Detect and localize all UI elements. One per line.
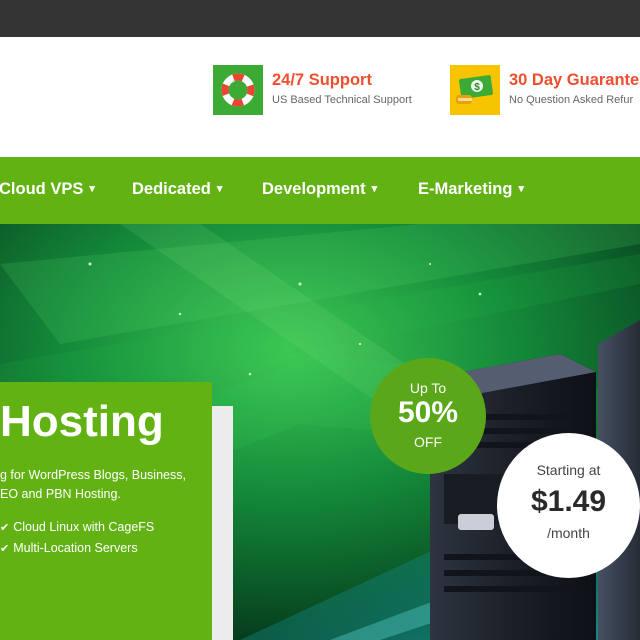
- nav-item-label: Cloud VPS: [0, 180, 84, 198]
- chevron-down-icon: ▾: [216, 183, 223, 195]
- site-header: 24/7 Support US Based Technical Support …: [0, 37, 640, 157]
- chevron-down-icon: ▾: [371, 183, 378, 195]
- hosting-info-panel: Hosting g for WordPress Blogs, Business,…: [0, 382, 212, 640]
- nav-item-label: E-Marketing: [418, 180, 513, 198]
- nav-item-e-marketing[interactable]: E-Marketing ▾: [418, 180, 524, 199]
- discount-percent: 50%: [397, 396, 459, 429]
- guarantee-subtitle: No Question Asked Refur: [509, 94, 634, 106]
- discount-prefix: Up To: [409, 380, 447, 396]
- checkmark-icon: ✔: [0, 522, 10, 534]
- svg-text:$: $: [474, 82, 480, 93]
- support-title: 24/7 Support: [272, 71, 372, 89]
- top-bar: [0, 0, 640, 37]
- price-badge: Starting at $1.49 /month: [497, 433, 640, 578]
- hero-title: Hosting: [0, 397, 164, 446]
- nav-item-label: Development: [262, 180, 366, 198]
- hero-banner: Hosting g for WordPress Blogs, Business,…: [0, 224, 640, 640]
- chevron-down-icon: ▾: [518, 183, 524, 195]
- hero-description-line: g for WordPress Blogs, Business,: [0, 468, 186, 482]
- guarantee-title: 30 Day Guarante: [509, 71, 640, 89]
- chevron-down-icon: ▾: [89, 183, 95, 195]
- discount-badge: Up To 50% OFF: [370, 358, 486, 474]
- hero-description-line: EO and PBN Hosting.: [0, 487, 121, 501]
- main-nav: Cloud VPS ▾ Dedicated ▾ Development ▾ E-Mar…: [0, 157, 640, 224]
- panel-edge: [212, 406, 233, 640]
- hero-feature-item: ✔ Cloud Linux with CageFS: [0, 520, 154, 534]
- nav-item-label: Dedicated: [132, 180, 211, 198]
- discount-suffix: OFF: [414, 434, 442, 450]
- nav-item-development[interactable]: Development ▾: [262, 180, 377, 199]
- nav-item-dedicated[interactable]: Dedicated ▾: [132, 180, 222, 199]
- price-period: /month: [547, 525, 590, 541]
- checkmark-icon: ✔: [0, 543, 10, 555]
- money-back-icon: $: [450, 65, 500, 115]
- lifebuoy-icon: [213, 65, 263, 115]
- price-prefix: Starting at: [536, 462, 601, 478]
- hero-feature-label: Cloud Linux with CageFS: [13, 520, 155, 534]
- hero-description: g for WordPress Blogs, Business, EO and …: [0, 466, 205, 504]
- support-subtitle: US Based Technical Support: [272, 94, 412, 106]
- nav-item-cloud-vps[interactable]: Cloud VPS ▾: [0, 180, 95, 199]
- price-amount: $1.49: [530, 485, 607, 518]
- hero-feature-item: ✔ Multi-Location Servers: [0, 541, 138, 555]
- hero-feature-label: Multi-Location Servers: [13, 541, 138, 555]
